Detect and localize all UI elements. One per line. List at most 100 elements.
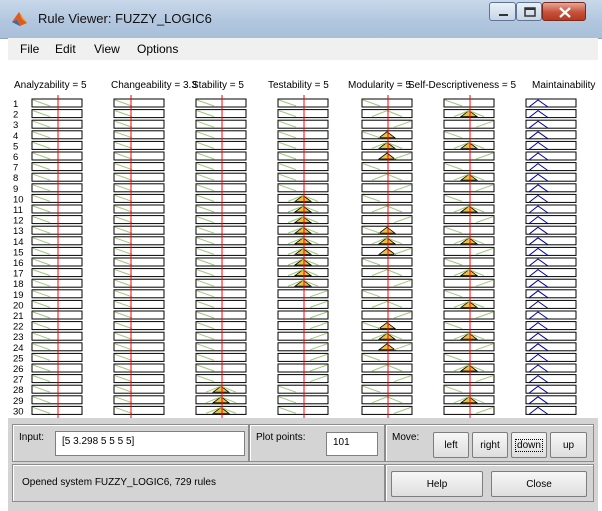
column-label: Stability = 5 [192, 80, 244, 91]
rule-cell [443, 151, 495, 161]
rule-number: 3 [13, 120, 18, 131]
move-left-button[interactable]: left [433, 432, 469, 458]
move-right-label: right [480, 440, 500, 451]
rule-number: 10 [13, 194, 24, 205]
rule-number: 12 [13, 216, 24, 227]
rule-cell [277, 321, 329, 331]
rule-plot-area[interactable]: Analyzability = 5 Changeability = 3.3 Stab… [8, 62, 598, 418]
rule-cell [31, 374, 83, 384]
rule-cell [113, 310, 165, 320]
rule-cell [277, 151, 329, 161]
rule-cell [195, 268, 247, 278]
rule-cell [277, 342, 329, 352]
column-label: Modularity = 5 [348, 80, 412, 91]
rule-cell [31, 278, 83, 288]
rule-cell [361, 289, 413, 299]
rule-cell [113, 204, 165, 214]
rule-cell [195, 140, 247, 150]
rule-cell [277, 395, 329, 405]
title-bar[interactable]: Rule Viewer: FUZZY_LOGIC6 [0, 0, 602, 39]
rule-number: 23 [13, 332, 24, 343]
move-up-button[interactable]: up [550, 432, 587, 458]
rule-cell [361, 405, 413, 415]
rule-cell [195, 278, 247, 288]
rule-number: 13 [13, 226, 24, 237]
move-down-label: down [515, 439, 543, 452]
rule-cell [443, 98, 495, 108]
rule-plot[interactable]: Analyzability = 5 Changeability = 3.3Stab… [8, 62, 598, 418]
rule-cell [31, 130, 83, 140]
rule-cell [443, 342, 495, 352]
rule-cell [195, 310, 247, 320]
rule-cell [277, 310, 329, 320]
rule-cell [31, 342, 83, 352]
rule-cell [361, 98, 413, 108]
menu-view[interactable]: View [94, 42, 120, 56]
rule-number: 4 [13, 131, 18, 142]
maximize-button[interactable] [516, 2, 542, 21]
rule-cell [277, 140, 329, 150]
move-down-button[interactable]: down [511, 432, 547, 458]
rule-number: 22 [13, 322, 24, 333]
move-up-label: up [562, 440, 575, 451]
menu-options[interactable]: Options [137, 42, 178, 56]
rule-cell [361, 352, 413, 362]
close-window-button[interactable] [542, 2, 586, 21]
rule-cell [195, 172, 247, 182]
rule-number: 6 [13, 152, 18, 163]
rule-cell [277, 162, 329, 172]
rule-cell [361, 162, 413, 172]
rule-cell [31, 310, 83, 320]
plot-points-field[interactable]: 101 [326, 432, 378, 456]
rule-cell [113, 109, 165, 119]
rule-cell [361, 183, 413, 193]
rule-cell [361, 257, 413, 267]
rule-cell [195, 215, 247, 225]
rule-cell [31, 204, 83, 214]
rule-cell [113, 193, 165, 203]
help-button[interactable]: Help [391, 471, 483, 497]
column-label: Testability = 5 [268, 80, 329, 91]
minimize-button[interactable] [489, 2, 516, 21]
rule-cell [195, 374, 247, 384]
close-button[interactable]: Close [491, 471, 587, 497]
rule-cell [195, 363, 247, 373]
input-field[interactable]: [5 3.298 5 5 5 5] [55, 431, 245, 456]
menu-edit[interactable]: Edit [55, 42, 76, 56]
rule-cell [277, 384, 329, 394]
rule-cell [113, 289, 165, 299]
matlab-app-icon [12, 12, 27, 26]
rule-cell [113, 342, 165, 352]
rule-cell [195, 162, 247, 172]
rule-number: 7 [13, 163, 18, 174]
close-icon [559, 7, 571, 18]
rule-cell [277, 130, 329, 140]
rule-number: 17 [13, 269, 24, 280]
action-group: Help Close [385, 464, 594, 502]
rule-cell [31, 140, 83, 150]
rule-cell [361, 374, 413, 384]
rule-cell [277, 405, 329, 415]
input-group: Input: [5 3.298 5 5 5 5] [12, 424, 249, 462]
rule-cell [113, 119, 165, 129]
rule-cell [443, 278, 495, 288]
rule-cell [361, 193, 413, 203]
rule-cell [277, 331, 329, 341]
rule-cell [443, 257, 495, 267]
plot-points-group: Plot points: 101 [249, 424, 385, 462]
menu-file[interactable]: File [20, 42, 39, 56]
move-right-button[interactable]: right [472, 432, 508, 458]
move-label: Move: [392, 432, 420, 443]
rule-cell [361, 119, 413, 129]
help-label: Help [426, 479, 448, 490]
rule-cell [195, 352, 247, 362]
rule-cell [31, 236, 83, 246]
rule-number: 19 [13, 290, 24, 301]
move-group: Move: left right down up [385, 424, 594, 462]
rule-cell [443, 289, 495, 299]
column-label: Maintainability = 5.0 [532, 80, 598, 91]
rule-cell [443, 374, 495, 384]
rule-cell [113, 140, 165, 150]
rule-cell [31, 225, 83, 235]
rule-cell [277, 289, 329, 299]
